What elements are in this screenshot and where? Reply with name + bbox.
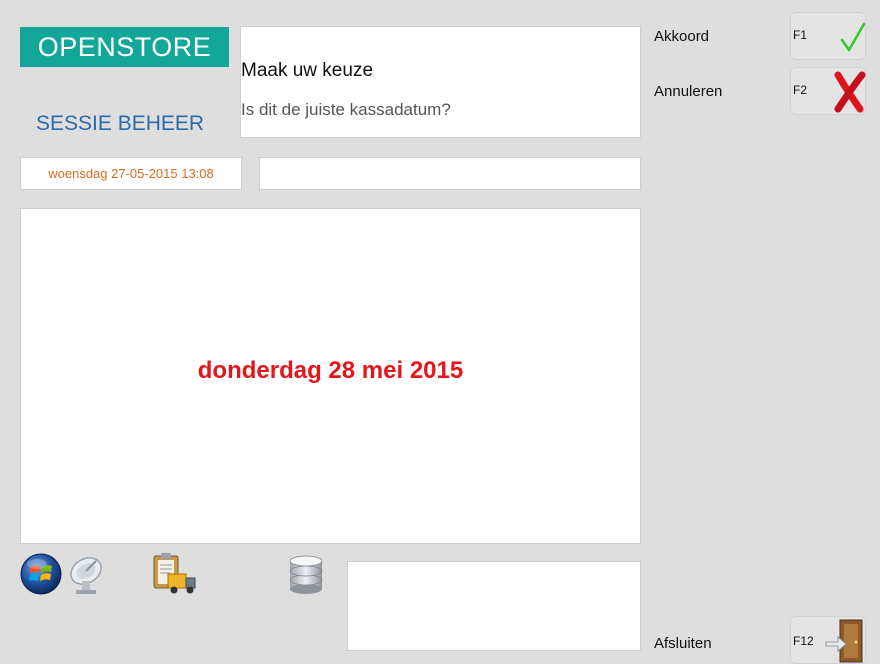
- check-icon: [840, 22, 866, 52]
- windows-orb-icon[interactable]: [20, 553, 62, 595]
- cancel-label: Annuleren: [654, 83, 723, 100]
- bottom-info-box: [347, 561, 641, 651]
- message-title: Maak uw keuze: [241, 60, 374, 81]
- close-key: F12: [793, 634, 814, 648]
- proposed-register-date: donderdag 28 mei 2015: [197, 357, 464, 384]
- database-icon[interactable]: [284, 553, 328, 597]
- cross-icon: [834, 71, 866, 113]
- cancel-key: F2: [793, 83, 808, 97]
- exit-door-icon: [825, 619, 863, 663]
- satellite-dish-icon[interactable]: [64, 553, 108, 595]
- current-datetime: woensdag 27-05-2015 13:08: [48, 166, 214, 181]
- message-panel: [240, 26, 641, 138]
- accept-button[interactable]: F1: [790, 12, 866, 60]
- cancel-button[interactable]: F2: [790, 67, 866, 115]
- status-field: [259, 157, 641, 190]
- openstore-logo: OPENSTORE: [20, 27, 229, 67]
- main-panel: donderdag 28 mei 2015: [20, 208, 641, 544]
- close-button[interactable]: F12: [790, 616, 866, 664]
- accept-key: F1: [793, 28, 808, 42]
- accept-label: Akkoord: [654, 28, 710, 45]
- session-title: SESSIE BEHEER: [36, 112, 205, 135]
- current-datetime-box: woensdag 27-05-2015 13:08: [20, 157, 242, 190]
- message-subtitle: Is dit de juiste kassadatum?: [241, 100, 451, 119]
- clipboard-truck-icon[interactable]: [150, 552, 198, 596]
- close-label: Afsluiten: [654, 635, 712, 652]
